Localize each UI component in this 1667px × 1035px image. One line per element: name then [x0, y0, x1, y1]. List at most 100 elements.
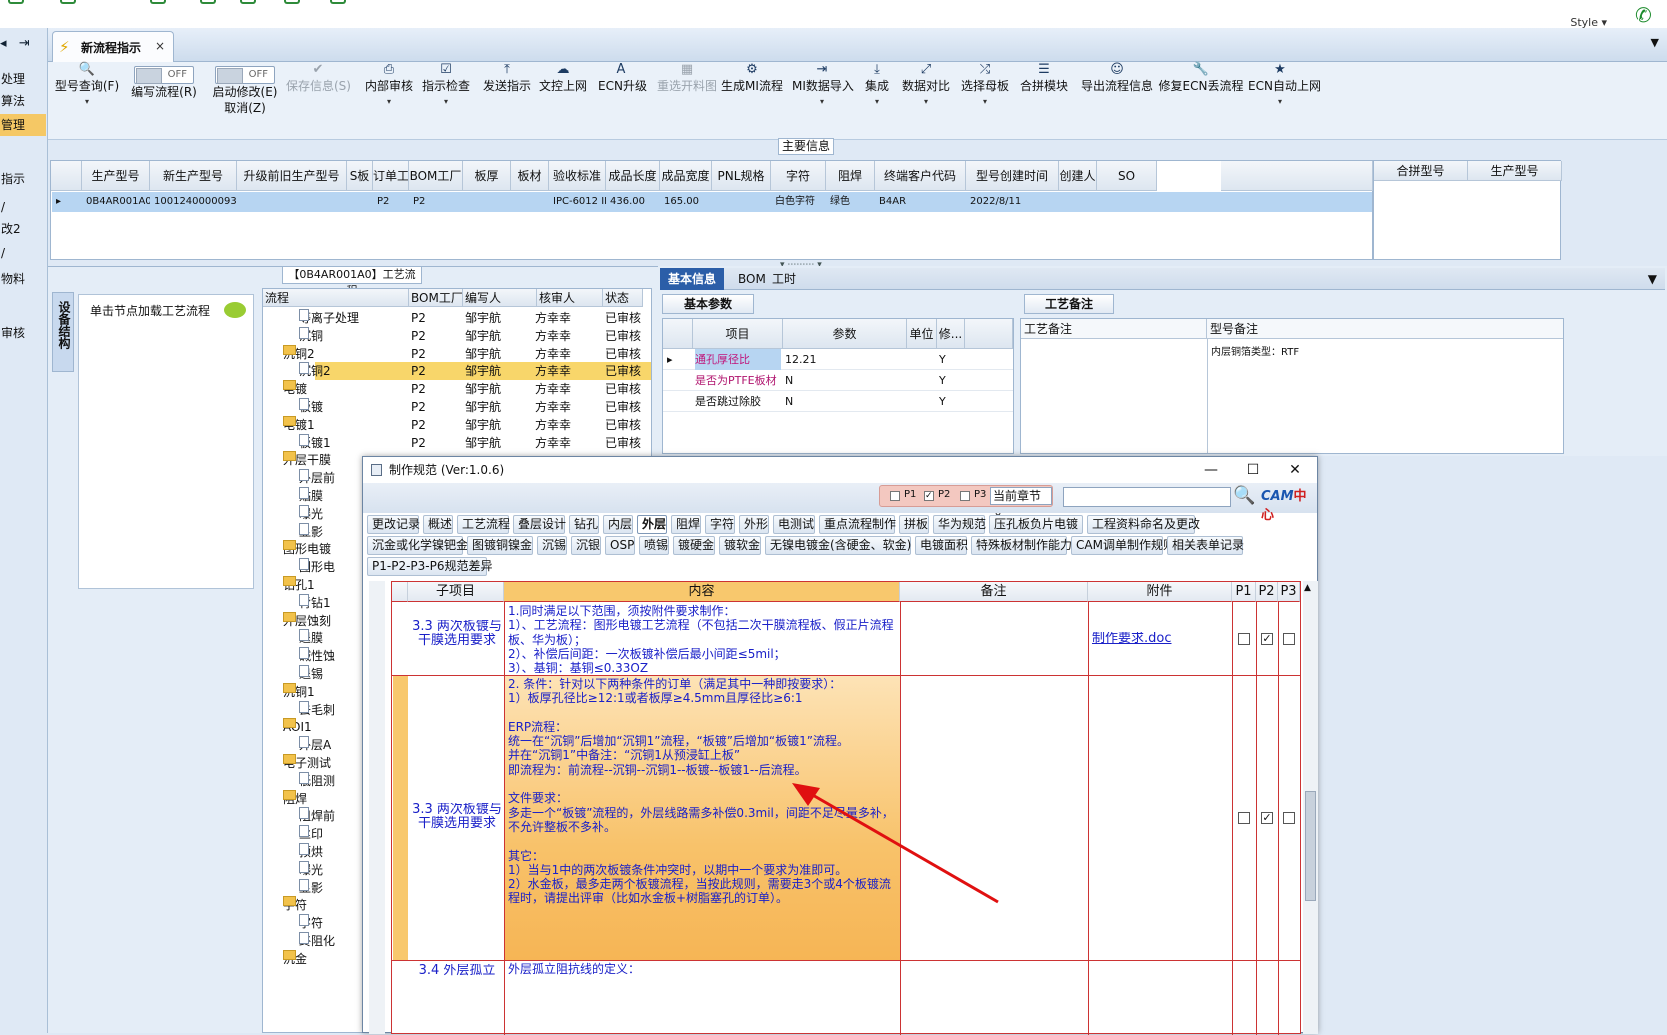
left-nav-item[interactable]: /	[0, 196, 46, 218]
toolbar-button[interactable]: 🔍 型号查询(F) ▾	[54, 62, 120, 134]
table-cell[interactable]: 436.00	[606, 192, 660, 212]
column-header[interactable]: 参数	[783, 319, 907, 349]
column-header[interactable]: 生产型号	[82, 161, 150, 191]
column-header[interactable]: 终端客户代码	[875, 161, 966, 191]
spec-tab[interactable]: 镀硬金	[673, 536, 715, 555]
table-cell[interactable]: 165.00	[660, 192, 712, 212]
table-cell[interactable]: 白色字符	[771, 192, 826, 212]
column-header[interactable]: 生产型号	[1468, 161, 1562, 181]
table-cell[interactable]	[347, 192, 373, 212]
spec-tab[interactable]: OSP	[605, 536, 635, 555]
close-icon[interactable]: ×	[155, 39, 165, 53]
tab-basic-params[interactable]: 基本参数	[662, 294, 754, 314]
minimize-icon[interactable]: —	[1189, 457, 1233, 483]
left-nav-item[interactable]: 物料	[0, 268, 46, 290]
p3-checkbox[interactable]	[960, 491, 970, 501]
chevron-down-icon[interactable]: ▾	[422, 94, 470, 110]
param-value[interactable]: N	[785, 370, 793, 391]
column-header[interactable]: 板材	[511, 161, 549, 191]
quick-icon[interactable]	[330, 0, 346, 4]
scroll-up-icon[interactable]: ▲	[1304, 583, 1311, 593]
column-header[interactable]: 修...	[937, 319, 965, 349]
toolbar-button[interactable]: ★ ECN自动上网 ▾	[1248, 62, 1321, 134]
toolbar-button[interactable]: ⤢ 数据对比 ▾	[900, 62, 952, 134]
content-cell[interactable]: 外层孤立阻抗线的定义：	[508, 962, 898, 1034]
tree-row[interactable]: 沉铜 P2 邹宇航 方幸幸 已审核	[263, 326, 651, 345]
tree-node[interactable]: −电镀	[283, 380, 409, 398]
chevron-down-icon[interactable]: ▾	[364, 94, 414, 110]
column-header[interactable]: 订单工厂	[373, 161, 409, 191]
tree-row[interactable]: 沉铜2 P2 邹宇航 方幸幸 已审核	[299, 362, 651, 381]
spec-tab[interactable]: 钻孔	[569, 515, 599, 534]
tree-row[interactable]: −电镀1P2邹宇航方幸幸已审核	[263, 415, 651, 434]
tree-row[interactable]: 板镀 P2 邹宇航 方幸幸 已审核	[263, 398, 651, 416]
spec-tab[interactable]: 外形	[739, 515, 769, 534]
param-value[interactable]: N	[785, 391, 793, 412]
tree-header[interactable]: BOM工厂	[409, 289, 463, 307]
column-header[interactable]: 新生产型号	[150, 161, 237, 191]
toolbar-button[interactable]: ☰ 合拼模块	[1020, 62, 1068, 134]
column-header[interactable]: 单位	[907, 319, 937, 349]
quick-icon[interactable]	[8, 0, 24, 4]
spec-tab[interactable]: 工艺流程	[457, 515, 510, 534]
tree-header[interactable]: 状态	[603, 289, 643, 307]
param-value[interactable]: 12.21	[785, 349, 817, 370]
spec-tab[interactable]: 沉金或化学镍钯金	[367, 536, 468, 555]
column-header[interactable]: 子项目	[408, 582, 504, 602]
scroll-thumb[interactable]	[1305, 791, 1316, 901]
spec-tab[interactable]: 拼板	[899, 515, 929, 534]
spec-tab[interactable]: 外层	[637, 515, 667, 534]
tree-row[interactable]: 等离子处理 P2 邹宇航 方幸幸 已审核	[263, 309, 651, 327]
spec-tab[interactable]: 相关表单记录	[1167, 536, 1244, 555]
spec-tab[interactable]: 更改记录	[367, 515, 420, 534]
content-cell[interactable]: 2. 条件：针对以下两种条件的订单（满足其中一种即按要求）： 1）板厚孔径比≥1…	[508, 677, 898, 959]
column-header[interactable]: 升级前旧生产型号	[237, 161, 347, 191]
p2-checkbox[interactable]: ✓	[924, 491, 934, 501]
toggle-switch[interactable]: OFF	[215, 66, 275, 84]
p1-checkbox[interactable]	[1238, 632, 1250, 645]
spec-tab[interactable]: 沉锡	[537, 536, 567, 555]
search-icon[interactable]: 🔍	[1233, 485, 1255, 507]
left-nav-item[interactable]: 审核	[0, 322, 46, 344]
table-cell[interactable]: 0B4AR001A0	[82, 192, 150, 212]
spec-tab[interactable]: 内层	[603, 515, 633, 534]
chevron-down-icon[interactable]: ▾	[1248, 94, 1312, 110]
tree-node[interactable]: 等离子处理	[299, 309, 409, 327]
table-cell[interactable]: P2	[373, 192, 409, 212]
column-header[interactable]: 合拼型号	[1374, 161, 1468, 181]
left-nav-item[interactable]: 处理	[0, 68, 46, 90]
p3-checkbox[interactable]	[1283, 811, 1295, 824]
column-header[interactable]: 内容	[504, 582, 900, 602]
toolbar-button[interactable]: A ECN升级	[598, 62, 647, 134]
tree-header[interactable]: 编写人	[463, 289, 537, 307]
tree-node[interactable]: −电镀1	[283, 415, 409, 434]
table-cell[interactable]	[237, 192, 347, 212]
chevron-down-icon[interactable]: ▾	[960, 94, 1010, 110]
spec-tab[interactable]: 图镀铜镍金	[467, 536, 533, 555]
attachment-link[interactable]: 制作要求.doc	[1092, 632, 1172, 646]
toolbar-button[interactable]: ⚙ 生成MI流程	[721, 62, 783, 134]
chapter-select[interactable]: 当前章节 ⌄	[990, 487, 1052, 519]
toolbar-button[interactable]: ⤮ 选择母板 ▾	[960, 62, 1010, 134]
spec-tab[interactable]: 概述	[423, 515, 453, 534]
scrollbar[interactable]: ▲	[1303, 581, 1318, 1034]
left-nav-item[interactable]: 改2	[0, 218, 46, 240]
toolbar-button[interactable]: ☺ 导出流程信息	[1078, 62, 1156, 134]
tree-node[interactable]: 沉铜	[299, 326, 409, 345]
tree-row[interactable]: 板镀1 P2 邹宇航 方幸幸 已审核	[263, 433, 651, 452]
tree-row[interactable]: −沉铜2P2邹宇航方幸幸已审核	[263, 344, 651, 363]
search-input[interactable]	[1063, 487, 1231, 507]
column-header[interactable]: S板	[347, 161, 373, 191]
column-header[interactable]: 板厚	[463, 161, 511, 191]
spec-tab[interactable]: 阻焊	[671, 515, 701, 534]
close-icon[interactable]: ✕	[1273, 457, 1317, 483]
spec-tab[interactable]: 无镍电镀金(含硬金、软金)	[765, 536, 911, 555]
toolbar-button[interactable]: OFF 编写流程(R)	[126, 64, 202, 134]
content-cell[interactable]: 1.同时满足以下范围，须按附件要求制作： 1）、工艺流程：图形电镀工艺流程（不包…	[508, 604, 898, 674]
spec-tab[interactable]: 沉银	[571, 536, 601, 555]
quick-icon[interactable]	[60, 0, 76, 4]
column-header[interactable]: 备注	[900, 582, 1088, 602]
param-row[interactable]: 是否为PTFE板材 N Y	[663, 370, 1013, 391]
p2-checkbox[interactable]: ✓	[1261, 632, 1273, 645]
column-header[interactable]: 成品宽度	[660, 161, 712, 191]
